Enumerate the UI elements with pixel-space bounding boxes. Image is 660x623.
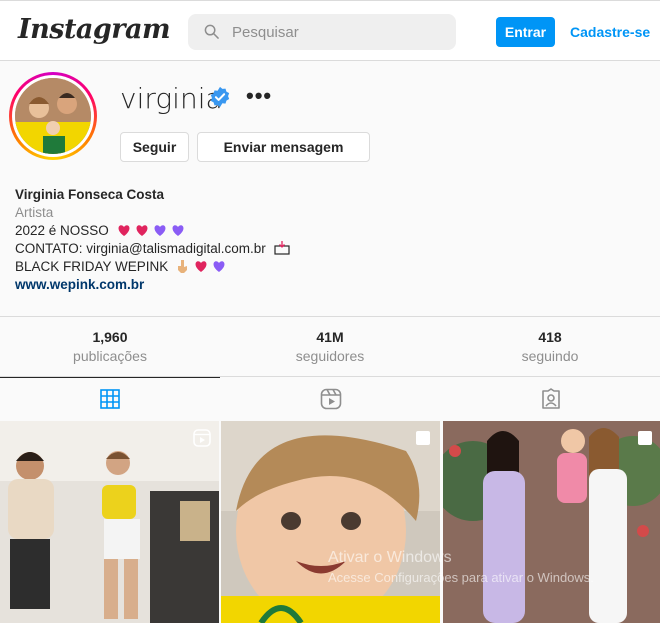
purple-heart-icon [172,225,184,236]
bio-line-1: 2022 é NOSSO [15,222,294,240]
post-image [221,421,440,623]
windows-activation-watermark: Ativar o Windows Acesse Configurações pa… [328,549,594,585]
red-heart-icon [118,225,130,236]
story-ring[interactable] [9,72,97,160]
post-thumbnail[interactable] [443,421,660,623]
full-name: Virginia Fonseca Costa [15,187,165,202]
profile-bio: Virginia Fonseca Costa Artista 2022 é NO… [15,186,294,294]
follow-button[interactable]: Seguir [120,132,189,162]
tab-reels[interactable] [220,377,440,421]
search-input[interactable] [232,14,442,50]
carousel-badge-icon [638,431,652,445]
tab-posts[interactable] [0,377,220,421]
pointing-down-icon [178,260,188,273]
purple-heart-icon [154,225,166,236]
red-heart-icon [136,225,148,236]
red-heart-icon [195,261,207,272]
avatar-photo [15,78,91,154]
post-thumbnail[interactable] [221,421,440,623]
stat-posts: 1,960 publicações [73,329,147,364]
verified-badge-icon [210,86,230,108]
profile-stats: 1,960 publicações 41M seguidores 418 seg… [0,316,660,377]
post-image [0,421,219,623]
top-navbar: Instagram Entrar Cadastre-se [0,0,660,61]
website-link[interactable]: www.wepink.com.br [15,276,294,294]
instagram-logo[interactable]: Instagram [18,14,171,45]
purple-heart-icon [213,261,225,272]
reel-badge-icon [193,429,211,447]
profile-username: virginia [120,82,223,115]
stat-followers[interactable]: 41M seguidores [220,329,440,364]
carousel-badge-icon [416,431,430,445]
inbox-icon [273,241,290,255]
search-icon [204,24,219,39]
category-label: Artista [15,205,54,220]
post-image [443,421,660,623]
reels-icon [320,388,342,410]
send-message-button[interactable]: Enviar mensagem [197,132,370,162]
stat-following[interactable]: 418 seguindo [440,329,660,364]
post-thumbnail[interactable] [0,421,219,623]
login-button[interactable]: Entrar [496,17,555,47]
tagged-icon [542,388,560,409]
more-options-icon[interactable]: ••• [246,85,272,107]
bio-line-2: CONTATO: virginia@talismadigital.com.br [15,240,294,258]
signup-link[interactable]: Cadastre-se [570,17,650,47]
post-grid [0,421,660,623]
grid-icon [100,389,120,409]
profile-tabs [0,377,660,421]
avatar [15,78,91,154]
bio-line-3: BLACK FRIDAY WEPINK [15,258,294,276]
tab-tagged[interactable] [440,377,660,421]
search-box[interactable] [188,14,456,50]
